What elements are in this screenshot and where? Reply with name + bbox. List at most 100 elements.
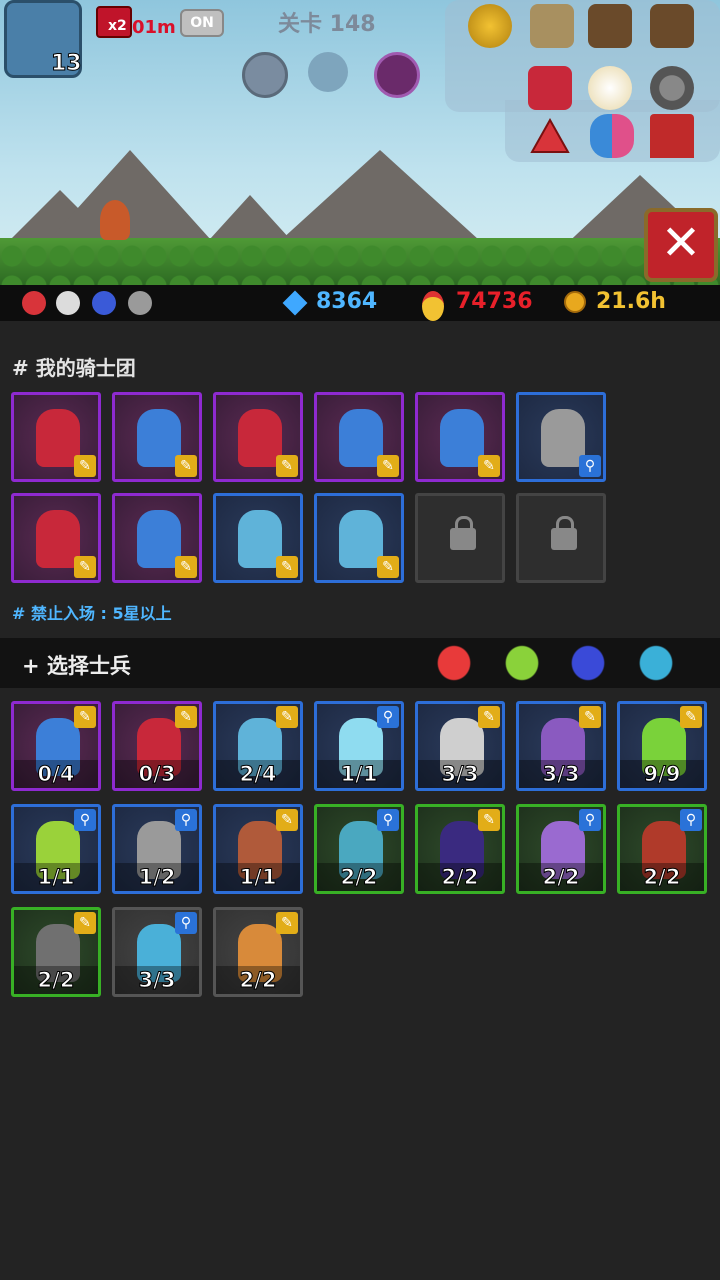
soldier-select-title: + 选择士兵 bbox=[22, 654, 131, 678]
mountain bbox=[270, 150, 490, 250]
staff-badge-icon: ⚲ bbox=[377, 706, 399, 728]
gear-icon[interactable] bbox=[650, 66, 694, 110]
knight-slot[interactable]: ⚲ bbox=[516, 392, 606, 482]
helmet-book-icon[interactable] bbox=[588, 4, 632, 48]
warning-triangle-icon[interactable] bbox=[528, 114, 572, 158]
sword-badge-icon: ✎ bbox=[478, 706, 500, 728]
sword-badge-icon: ✎ bbox=[579, 706, 601, 728]
soldier-card[interactable]: ⚲ 2/2 bbox=[516, 804, 606, 894]
skill-2-icon[interactable] bbox=[308, 52, 348, 92]
soldier-count: 2/2 bbox=[418, 863, 502, 891]
entry-restriction: # 禁止入场 : 5星以上 bbox=[12, 604, 172, 623]
auto-toggle[interactable]: ON bbox=[180, 9, 224, 37]
soldier-count: 3/3 bbox=[115, 966, 199, 994]
knight-slot[interactable]: ✎ bbox=[415, 392, 505, 482]
soldier-count: 9/9 bbox=[620, 760, 704, 788]
guild-crest-icon[interactable] bbox=[528, 66, 572, 110]
soldier-select-header: + 选择士兵 bbox=[0, 638, 720, 688]
game-scene: 13 x2 01m ON 关卡 148 ✕ bbox=[0, 0, 720, 285]
locked-slot[interactable] bbox=[415, 493, 505, 583]
sword-badge-icon: ✎ bbox=[377, 556, 399, 578]
sword-badge-icon: ✎ bbox=[74, 706, 96, 728]
skill-3-icon[interactable] bbox=[374, 52, 420, 98]
soldier-card[interactable]: ⚲ 3/3 bbox=[112, 907, 202, 997]
blue-helmet-icon bbox=[92, 291, 116, 315]
sword-badge-icon: ✎ bbox=[74, 455, 96, 477]
soldier-card[interactable]: ✎ 9/9 bbox=[617, 701, 707, 791]
soldier-count: 3/3 bbox=[519, 760, 603, 788]
soldier-card[interactable]: ⚲ 1/2 bbox=[112, 804, 202, 894]
lock-icon bbox=[450, 516, 476, 550]
soldier-card[interactable]: ⚲ 1/1 bbox=[11, 804, 101, 894]
soldier-card[interactable]: ✎ 2/2 bbox=[415, 804, 505, 894]
sword-badge-icon: ✎ bbox=[276, 706, 298, 728]
white-hero-icon bbox=[56, 291, 80, 315]
knight-slot[interactable]: ✎ bbox=[11, 493, 101, 583]
soldier-card[interactable]: ⚲ 1/1 bbox=[314, 701, 404, 791]
soldier-card[interactable]: ✎ 3/3 bbox=[516, 701, 606, 791]
locked-slot[interactable] bbox=[516, 493, 606, 583]
soldier-card[interactable]: ✎ 2/4 bbox=[213, 701, 303, 791]
coin-icon bbox=[564, 291, 586, 313]
soldier-card[interactable]: ✎ 0/4 bbox=[11, 701, 101, 791]
knight-slot[interactable]: ✎ bbox=[11, 392, 101, 482]
knight-slot[interactable]: ✎ bbox=[112, 392, 202, 482]
gem-count: 8364 bbox=[316, 289, 378, 314]
sword-badge-icon: ✎ bbox=[680, 706, 702, 728]
trophy-icon[interactable] bbox=[468, 4, 512, 48]
red-hero-icon[interactable] bbox=[434, 642, 474, 684]
player-avatar[interactable]: 13 bbox=[4, 0, 82, 78]
sword-badge-icon: ✎ bbox=[478, 455, 500, 477]
gem-icon bbox=[282, 290, 308, 316]
sword-badge-icon: ✎ bbox=[276, 809, 298, 831]
soldier-card[interactable]: ⚲ 2/2 bbox=[314, 804, 404, 894]
knight-slot[interactable]: ✎ bbox=[314, 493, 404, 583]
soldier-count: 3/3 bbox=[418, 760, 502, 788]
lock-icon bbox=[551, 516, 577, 550]
staff-badge-icon: ⚲ bbox=[579, 809, 601, 831]
friends-icon[interactable] bbox=[590, 114, 634, 158]
soldier-count: 2/2 bbox=[317, 863, 401, 891]
ranking-podium-icon[interactable] bbox=[530, 4, 574, 48]
soldier-count: 2/2 bbox=[216, 966, 300, 994]
soldier-card[interactable]: ✎ 3/3 bbox=[415, 701, 505, 791]
gold-time: 21.6h bbox=[596, 289, 666, 314]
soldier-count: 1/1 bbox=[216, 863, 300, 891]
sword-book-icon[interactable] bbox=[650, 4, 694, 48]
skill-1-icon[interactable] bbox=[242, 52, 288, 98]
staff-badge-icon: ⚲ bbox=[680, 809, 702, 831]
player-level: 13 bbox=[51, 51, 83, 77]
knight-slot[interactable]: ✎ bbox=[112, 493, 202, 583]
sword-badge-icon: ✎ bbox=[74, 556, 96, 578]
soldier-count: 0/4 bbox=[14, 760, 98, 788]
knight-slot[interactable]: ✎ bbox=[213, 392, 303, 482]
knight-slot[interactable]: ✎ bbox=[314, 392, 404, 482]
soldier-card[interactable]: ✎ 2/2 bbox=[11, 907, 101, 997]
sword-badge-icon: ✎ bbox=[175, 556, 197, 578]
shop-house-icon[interactable] bbox=[650, 114, 694, 158]
staff-badge-icon: ⚲ bbox=[377, 809, 399, 831]
knight-slot[interactable]: ✎ bbox=[213, 493, 303, 583]
soldier-card[interactable]: ⚲ 2/2 bbox=[617, 804, 707, 894]
soldier-count: 1/1 bbox=[14, 863, 98, 891]
blue-beast-icon[interactable] bbox=[636, 642, 676, 684]
soldier-count: 2/4 bbox=[216, 760, 300, 788]
sword-badge-icon: ✎ bbox=[74, 912, 96, 934]
forest bbox=[0, 238, 720, 285]
soldier-card[interactable]: ✎ 2/2 bbox=[213, 907, 303, 997]
soldier-card[interactable]: ✎ 0/3 bbox=[112, 701, 202, 791]
soldier-count: 2/2 bbox=[519, 863, 603, 891]
soldier-card[interactable]: ✎ 1/1 bbox=[213, 804, 303, 894]
staff-badge-icon: ⚲ bbox=[579, 455, 601, 477]
soldier-count: 2/2 bbox=[14, 966, 98, 994]
sword-badge-icon: ✎ bbox=[276, 556, 298, 578]
knights-title: # 我的骑士团 bbox=[12, 356, 136, 380]
blue-helmet-icon[interactable] bbox=[568, 642, 608, 684]
speed-boost-icon[interactable]: x2 bbox=[96, 6, 132, 38]
red-hero-icon bbox=[22, 291, 46, 315]
close-button[interactable]: ✕ bbox=[644, 208, 718, 282]
staff-badge-icon: ⚲ bbox=[74, 809, 96, 831]
stage-label: 关卡 148 bbox=[278, 12, 376, 37]
angel-icon[interactable] bbox=[588, 66, 632, 110]
green-hero-icon[interactable] bbox=[502, 642, 542, 684]
